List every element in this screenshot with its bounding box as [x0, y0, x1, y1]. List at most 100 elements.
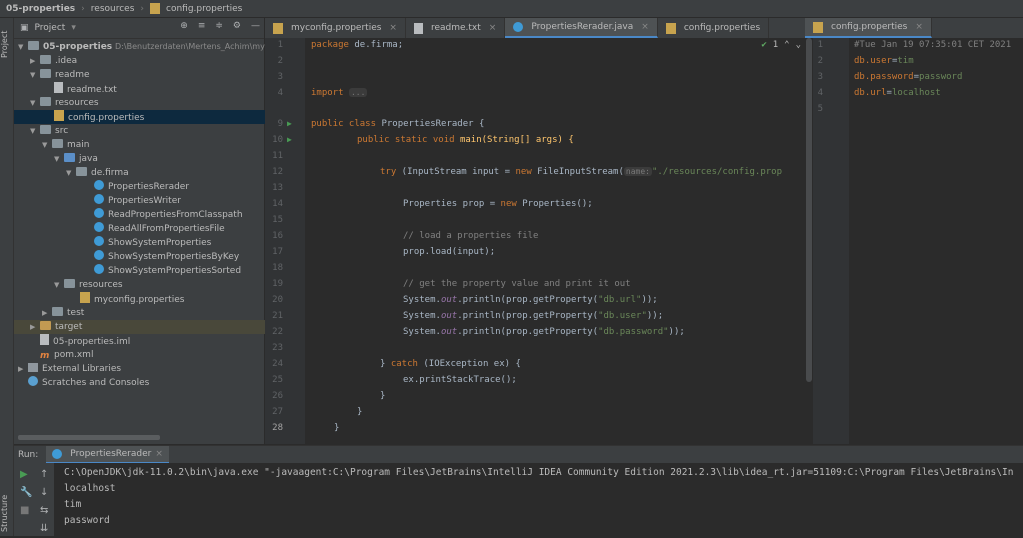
tab-propertiesrerader-java[interactable]: PropertiesRerader.java × — [505, 17, 658, 38]
tree-item[interactable]: ▼ main — [14, 138, 292, 152]
close-icon[interactable]: × — [155, 449, 163, 459]
collapse-all-icon[interactable]: ≡ — [198, 21, 206, 31]
tree-item-label: main — [67, 140, 90, 150]
tree-item[interactable]: ▼ readme — [14, 68, 280, 82]
editor-scrollbar[interactable] — [806, 38, 812, 382]
code-token: System. — [403, 327, 441, 337]
breadcrumb-file[interactable]: config.properties — [166, 4, 242, 14]
code-token: "db.password" — [598, 327, 669, 337]
code-line: System.out.println(prop.getProperty("db.… — [403, 311, 663, 321]
tab-config-properties[interactable]: config.properties — [658, 18, 770, 38]
arrow-down-icon[interactable]: ↓ — [40, 487, 48, 498]
tree-item-label: myconfig.properties — [94, 295, 185, 305]
stop-icon[interactable]: ■ — [20, 505, 29, 516]
code-comment: // get the property value and print it o… — [403, 279, 631, 289]
tree-item[interactable]: ▶ target — [14, 320, 280, 334]
expand-all-icon[interactable]: ≑ — [215, 21, 223, 31]
tree-item[interactable]: ▶ External Libraries — [14, 362, 268, 376]
tree-item[interactable]: ▶ test — [14, 306, 292, 320]
properties-file-icon — [80, 292, 90, 303]
minimize-icon[interactable]: — — [251, 21, 260, 31]
problems-count[interactable]: 1 — [773, 40, 778, 50]
close-icon[interactable]: × — [489, 18, 497, 38]
property-value: localhost — [891, 88, 941, 98]
chevron-up-icon[interactable]: ⌃ — [784, 40, 789, 50]
code-line: ex.printStackTrace(); — [403, 375, 517, 385]
close-icon[interactable]: × — [641, 17, 649, 37]
tree-item-label: External Libraries — [42, 364, 122, 374]
gear-icon[interactable]: ⚙ — [233, 21, 241, 31]
tab-myconfig-properties[interactable]: myconfig.properties × — [265, 18, 406, 38]
code-token: )); — [641, 295, 658, 305]
line-number: 27 — [272, 407, 283, 417]
property-value: password — [919, 72, 963, 82]
arrow-up-icon[interactable]: ↑ — [40, 469, 48, 480]
chevron-down-icon[interactable]: ▾ — [71, 23, 76, 33]
code-editor[interactable]: ✔ 1 ⌃ ⌄ package de.firma; import ... pub… — [305, 38, 805, 444]
project-tool-tab[interactable]: Project — [0, 24, 13, 64]
structure-tool-tab[interactable]: Structure — [0, 488, 13, 538]
tree-item[interactable]: ▼ resources — [14, 278, 304, 292]
tree-item[interactable]: m pom.xml — [14, 348, 290, 362]
close-icon[interactable]: × — [915, 17, 923, 37]
console-line: tim — [64, 499, 82, 510]
tree-item[interactable]: ▶ .idea — [14, 54, 280, 68]
close-icon[interactable]: × — [389, 18, 397, 38]
wrench-icon[interactable]: 🔧 — [20, 487, 32, 498]
tree-item[interactable]: Scratches and Consoles — [14, 376, 278, 390]
code-token: )); — [668, 327, 685, 337]
line-number: 17 — [272, 247, 283, 257]
properties-editor[interactable]: #Tue Jan 19 07:35:01 CET 2021 db.user=ti… — [849, 38, 1023, 444]
run-tab[interactable]: PropertiesRerader × — [46, 445, 169, 464]
property-value: tim — [897, 56, 914, 66]
tree-item-label: pom.xml — [54, 350, 94, 360]
code-token: public static void — [357, 135, 455, 145]
tree-item-label: PropertiesRerader — [108, 182, 190, 192]
run-gutter-icon[interactable]: ▶ — [287, 135, 292, 144]
tree-item[interactable]: readme.txt — [14, 82, 304, 96]
tree-item-label: PropertiesWriter — [108, 196, 181, 206]
tab-readme-txt[interactable]: readme.txt × — [406, 18, 506, 38]
scroll-to-end-icon[interactable]: ⇊ — [40, 523, 48, 534]
breadcrumb-project[interactable]: 05-properties — [6, 4, 75, 14]
rerun-icon[interactable]: ▶ — [20, 469, 28, 480]
tree-item-label: readme — [55, 70, 90, 80]
tab-label: config.properties — [831, 22, 908, 32]
right-editor-gutter: 1 2 3 4 5 — [813, 38, 849, 444]
java-class-icon — [94, 180, 104, 190]
run-gutter-icon[interactable]: ▶ — [287, 119, 292, 128]
chevron-down-icon[interactable]: ⌄ — [796, 40, 801, 50]
tab-config-properties-split[interactable]: config.properties × — [805, 18, 932, 38]
properties-file-icon — [54, 110, 64, 121]
tree-item-label: target — [55, 322, 83, 332]
project-panel-title[interactable]: Project — [35, 23, 66, 33]
tree-item[interactable]: ▼ src — [14, 124, 280, 138]
tree-item[interactable]: 05-properties.iml — [14, 334, 290, 348]
tree-item[interactable]: ▼ java — [14, 152, 304, 166]
folded-code[interactable]: ... — [348, 88, 368, 97]
tree-item-selected[interactable]: config.properties — [14, 110, 304, 124]
folder-icon — [40, 55, 51, 64]
tree-item[interactable]: ▼ resources — [14, 96, 280, 110]
line-number: 2 — [277, 56, 283, 66]
breadcrumb-folder[interactable]: resources — [91, 4, 135, 14]
locate-icon[interactable]: ⊕ — [180, 21, 188, 31]
tree-item[interactable]: ▼ 05-properties D:\Benutzerdaten\Mertens_… — [14, 40, 279, 54]
code-token: package — [311, 40, 349, 50]
horizontal-scrollbar[interactable] — [18, 435, 160, 440]
line-number: 14 — [272, 199, 283, 209]
tree-item-label: .idea — [55, 56, 78, 66]
module-file-icon — [40, 334, 49, 345]
property-entry: db.password=password — [854, 72, 962, 82]
breadcrumb: 05-properties › resources › config.prope… — [0, 0, 1023, 18]
soft-wrap-icon[interactable]: ⇆ — [40, 505, 48, 516]
project-panel-header: ▣ Project ▾ ⊕ ≡ ≑ ⚙ — — [14, 18, 264, 39]
properties-file-icon — [813, 21, 823, 33]
console-output[interactable]: C:\OpenJDK\jdk-11.0.2\bin\java.exe "-jav… — [54, 463, 1023, 536]
console-line: localhost — [64, 483, 116, 494]
code-token: System. — [403, 311, 441, 321]
code-line: System.out.println(prop.getProperty("db.… — [403, 295, 658, 305]
line-number: 3 — [817, 72, 823, 82]
code-token: "./resources/config.prop — [651, 167, 783, 177]
java-class-icon — [94, 222, 104, 232]
